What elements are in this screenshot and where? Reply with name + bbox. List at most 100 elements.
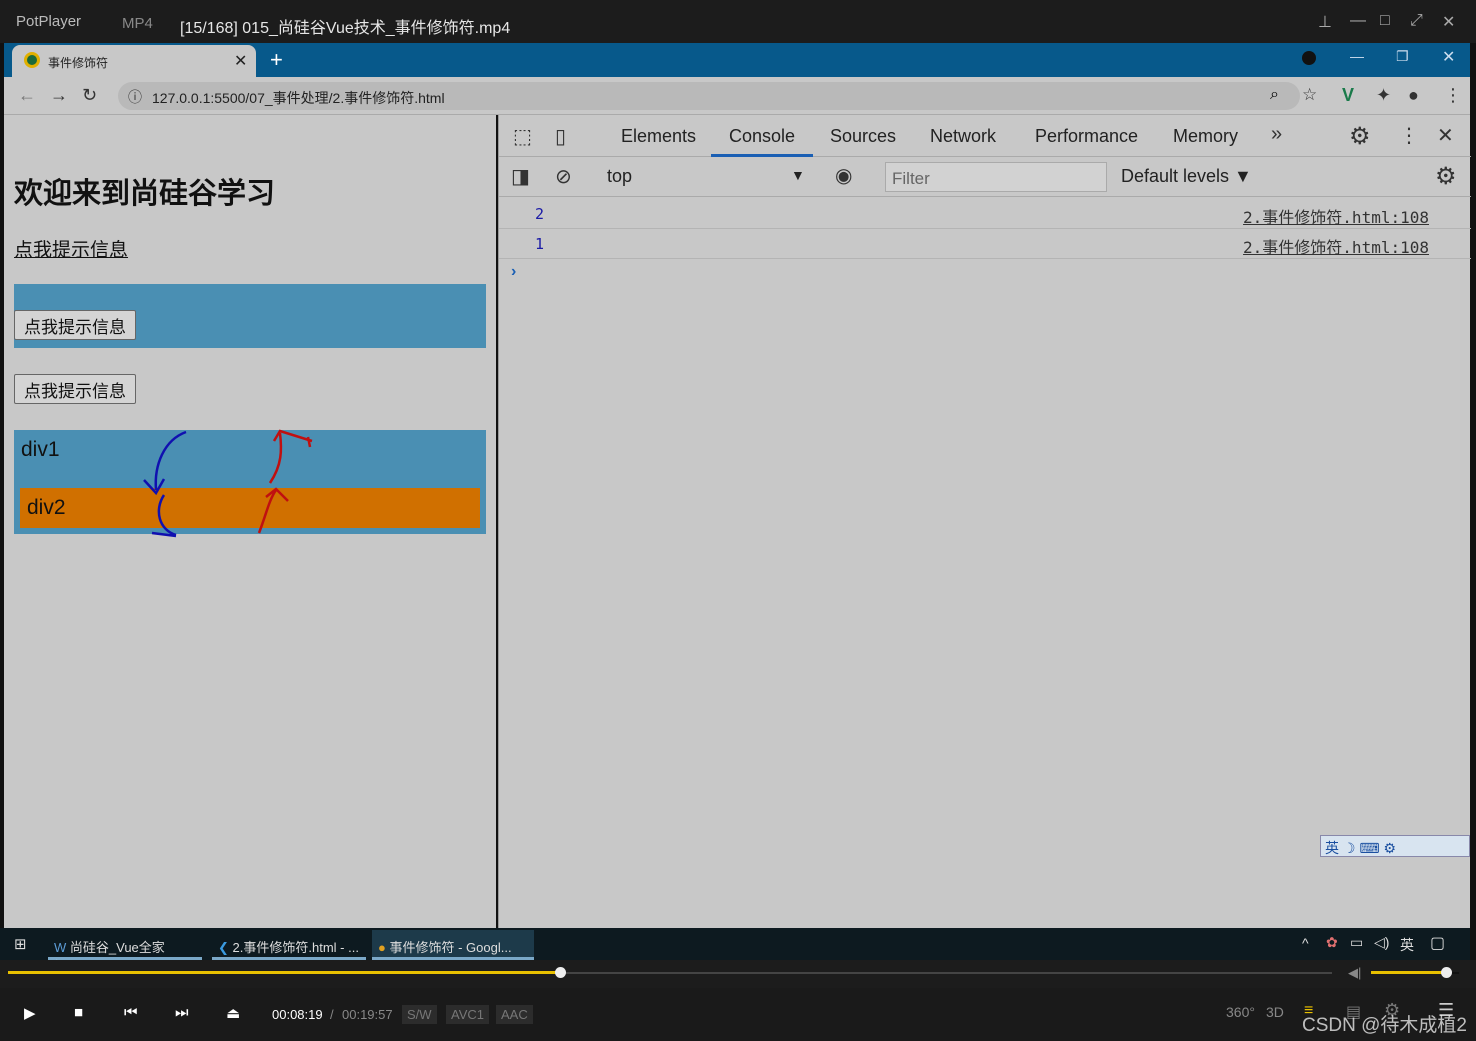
inspect-element-icon[interactable]: ⬚ [513,124,532,149]
seek-handle[interactable] [555,967,567,978]
filter-input[interactable]: Filter [885,162,1107,192]
more-tabs-icon[interactable]: » [1271,123,1282,146]
windows-start-icon[interactable]: ⊞ [14,935,27,953]
browser-tab[interactable]: 事件修饰符 ✕ [12,45,256,77]
settings-icon[interactable]: ⚙ [1349,122,1371,151]
seek-progress [8,971,561,974]
close-icon[interactable]: ✕ [1442,47,1455,67]
back-icon[interactable]: ← [18,85,36,106]
video-codec-tag[interactable]: AVC1 [446,1005,489,1024]
taskbar-item-vscode[interactable]: ❮ 2.事件修饰符.html - ... [212,930,366,960]
close-icon[interactable]: ✕ [1442,12,1455,32]
3d-icon[interactable]: 3D [1266,1004,1284,1020]
tray-app-icon[interactable]: ✿ [1326,934,1338,951]
address-bar-row: ← → ↻ ⓘ 127.0.0.1:5500/07_事件处理/2.事件修饰符.h… [4,77,1470,115]
console-prompt-icon[interactable]: › [511,263,516,281]
button-container: 点我提示信息 [14,284,486,348]
log-value: 2 [535,205,545,223]
time-separator: / [330,1007,334,1022]
previous-icon[interactable]: ⏮ [124,1004,138,1021]
notification-icon[interactable]: ▢ [1430,933,1445,953]
favicon-icon [24,52,40,68]
new-tab-button[interactable]: + [270,47,283,73]
eject-icon[interactable]: ⏏ [226,1004,240,1022]
div2-label: div2 [27,496,66,519]
log-source-link[interactable]: 2.事件修饰符.html:108 [1243,204,1429,228]
console-log-row: 2 2.事件修饰符.html:108 [499,199,1471,229]
next-icon[interactable]: ⏭ [175,1004,189,1021]
log-source-link[interactable]: 2.事件修饰符.html:108 [1243,234,1429,258]
console-toolbar: ◨ ⊘ top ▼ ◉ Filter Default levels ▼ ⚙ [499,157,1471,197]
tab-console[interactable]: Console [711,126,814,157]
more-options-icon[interactable]: ⋮ [1399,123,1419,148]
log-value: 1 [535,235,545,253]
sidebar-toggle-icon[interactable]: ◨ [511,164,530,189]
total-time: 00:19:57 [342,1007,393,1022]
tab-memory[interactable]: Memory [1173,126,1238,147]
log-levels-select[interactable]: Default levels ▼ [1121,166,1252,187]
tab-sources[interactable]: Sources [830,126,896,147]
tab-network[interactable]: Network [930,126,996,147]
profile-icon[interactable]: ● [1408,85,1419,106]
windows-taskbar: ⊞ W 尚硅谷_Vue全家桶.d... ❮ 2.事件修饰符.html - ...… [0,928,1470,974]
battery-icon[interactable]: ▭ [1350,934,1363,951]
mute-icon[interactable]: ◀| [1348,965,1361,981]
close-devtools-icon[interactable]: ✕ [1437,123,1454,148]
zoom-icon[interactable]: ⌕ [1270,86,1279,104]
minimize-icon[interactable]: — [1350,12,1366,30]
video-title: [15/168] 015_尚硅谷Vue技术_事件修饰符.mp4 [180,20,511,37]
tray-expand-icon[interactable]: ^ [1302,935,1309,951]
bookmark-star-icon[interactable]: ☆ [1302,85,1317,105]
stop-icon[interactable]: ■ [74,1004,83,1021]
potplayer-menu[interactable]: PotPlayer [16,13,81,30]
pin-icon[interactable]: ⊥ [1318,12,1332,32]
url-input[interactable]: ⓘ 127.0.0.1:5500/07_事件处理/2.事件修饰符.html ⌕ [118,82,1300,110]
close-tab-icon[interactable]: ✕ [234,51,247,71]
360-icon[interactable]: 360° [1226,1004,1255,1020]
restore-icon[interactable]: ❐ [1396,48,1409,65]
player-title-bar: PotPlayer MP4 [15/168] 015_尚硅谷Vue技术_事件修饰… [0,0,1476,43]
devtools-panel: ⬚ ▯ Elements Console Sources Network Per… [498,115,1471,928]
maximize-icon[interactable]: □ [1380,12,1390,30]
live-expression-eye-icon[interactable]: ◉ [835,163,852,188]
menu-icon[interactable]: ⋮ [1444,85,1462,106]
format-label: MP4 [122,15,153,32]
clear-console-icon[interactable]: ⊘ [555,164,572,189]
watermark: CSDN @待木成植2 [1302,1015,1467,1036]
tab-elements[interactable]: Elements [621,126,696,147]
console-log-row: 1 2.事件修饰符.html:108 [499,229,1471,259]
context-dropdown-icon[interactable]: ▼ [791,167,805,183]
play-icon[interactable]: ▶ [24,1004,36,1022]
forward-icon[interactable]: → [50,85,68,106]
extensions-icon[interactable]: ✦ [1376,85,1391,106]
tab-performance[interactable]: Performance [1035,126,1138,147]
player-controls: ▶ ■ ⏮ ⏭ ⏏ 00:08:19 / 00:19:57 S/W AVC1 A… [0,988,1476,1041]
div1[interactable]: div1 div2 [14,430,486,534]
url-text: 127.0.0.1:5500/07_事件处理/2.事件修饰符.html [152,90,445,106]
prompt-button-1[interactable]: 点我提示信息 [14,310,136,340]
fullscreen-icon[interactable]: ⤢ [1410,12,1423,30]
taskbar-item-chrome[interactable]: ● 事件修饰符 - Googl... [372,930,534,960]
audio-codec-tag[interactable]: AAC [496,1005,533,1024]
seek-bar-area: ◀| [0,960,1476,988]
ime-language: 英 [1325,840,1339,856]
prompt-button-2[interactable]: 点我提示信息 [14,374,136,404]
device-toolbar-icon[interactable]: ▯ [555,124,566,149]
page-heading: 欢迎来到尚硅谷学习 [14,176,276,210]
reload-icon[interactable]: ↻ [82,85,97,106]
info-icon[interactable]: ⓘ [128,87,142,107]
decoder-tag[interactable]: S/W [402,1005,437,1024]
tray-language[interactable]: 英 [1400,935,1414,955]
div2[interactable]: div2 [20,488,480,528]
vue-devtools-icon[interactable]: V [1342,85,1354,106]
div1-label: div1 [21,438,60,461]
context-select[interactable]: top [607,166,632,187]
profile-dropdown-icon[interactable] [1302,51,1316,65]
console-settings-icon[interactable]: ⚙ [1435,162,1457,191]
prompt-link[interactable]: 点我提示信息 [14,235,128,262]
taskbar-item-word[interactable]: W 尚硅谷_Vue全家桶.d... [48,930,202,974]
ime-toolbar[interactable]: 英 ☽ ⌨ ⚙ [1320,835,1470,857]
volume-handle[interactable] [1440,967,1452,978]
volume-icon[interactable]: ◁) [1374,934,1389,951]
minimize-icon[interactable]: — [1350,48,1364,64]
